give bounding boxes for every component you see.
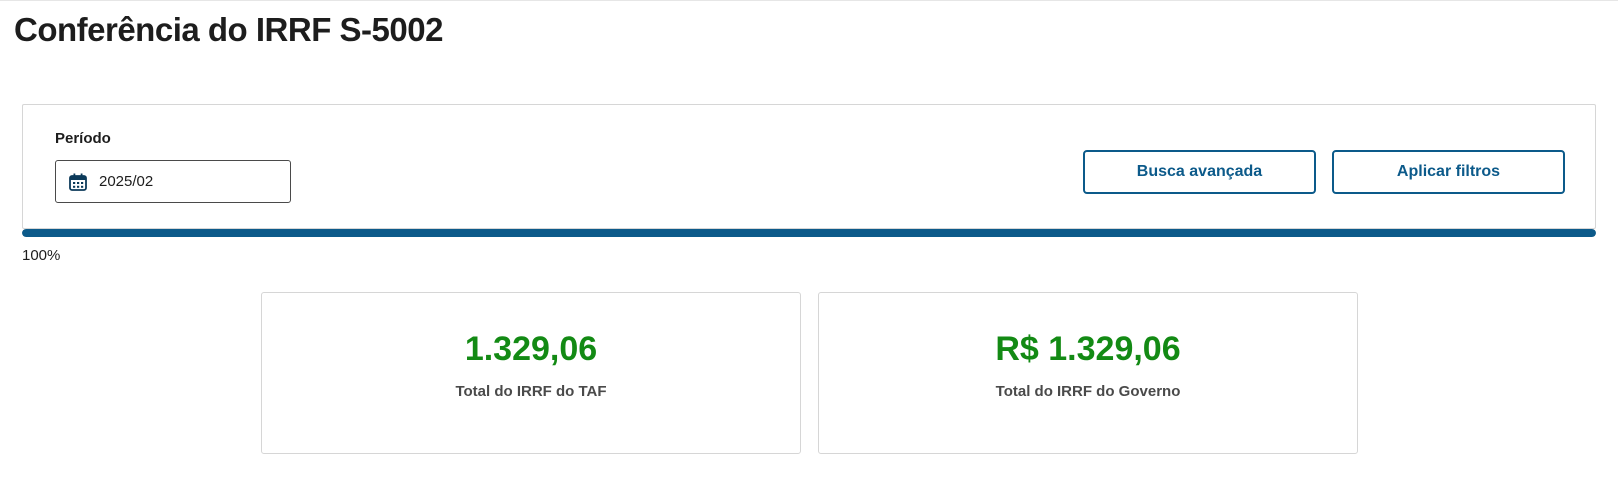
period-value[interactable]: 2025/02: [99, 173, 153, 190]
government-total-value: R$ 1.329,06: [995, 330, 1181, 368]
government-total-label: Total do IRRF do Governo: [995, 383, 1181, 400]
filter-panel: Período 2025/02 Busca avançada Aplicar f…: [22, 104, 1596, 229]
progress-bar: [22, 229, 1596, 237]
period-input[interactable]: 2025/02: [55, 160, 291, 203]
apply-filters-button[interactable]: Aplicar filtros: [1332, 150, 1565, 194]
top-divider: [0, 0, 1618, 1]
calendar-icon[interactable]: [67, 171, 89, 193]
progress-percent-text: 100%: [22, 247, 61, 264]
taf-total-label: Total do IRRF do TAF: [455, 383, 607, 400]
page-title: Conferência do IRRF S-5002: [14, 11, 443, 48]
progress-bar-fill: [22, 229, 1596, 237]
taf-total-value: 1.329,06: [464, 330, 598, 368]
government-total-card: R$ 1.329,06 Total do IRRF do Governo: [818, 292, 1358, 454]
taf-total-card: 1.329,06 Total do IRRF do TAF: [261, 292, 801, 454]
period-label: Período: [55, 130, 111, 147]
advanced-search-button[interactable]: Busca avançada: [1083, 150, 1316, 194]
